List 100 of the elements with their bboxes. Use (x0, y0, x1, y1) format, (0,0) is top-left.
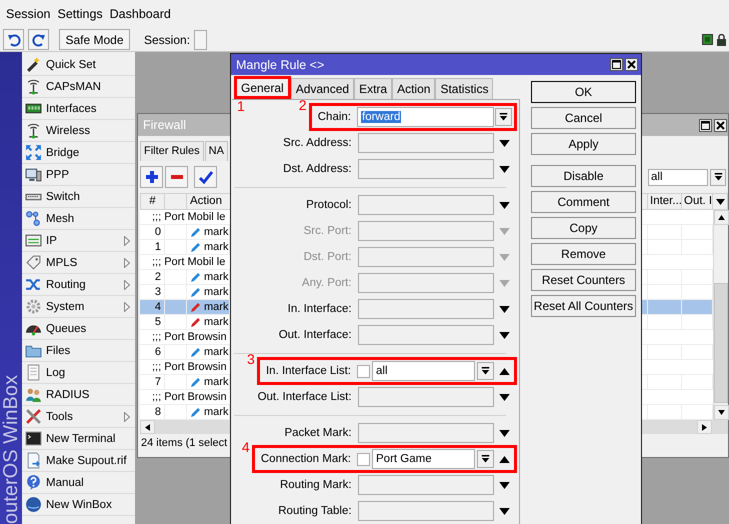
scrollbar-thumb[interactable] (714, 283, 728, 403)
menu-item[interactable]: Session (6, 7, 50, 21)
table-row[interactable]: ;;; Port Mobil le (140, 255, 230, 270)
dropdown-arrow-icon[interactable] (498, 306, 510, 312)
menu-item[interactable]: PPP (46, 168, 70, 180)
table-row[interactable]: 1 mark (140, 240, 230, 255)
table-row[interactable]: ;;; Port Browsin (140, 360, 230, 375)
input-field[interactable] (358, 159, 494, 179)
tab[interactable]: Extra (354, 78, 392, 99)
dialog-button[interactable]: Disable (531, 165, 636, 187)
dropdown-button[interactable] (494, 108, 512, 126)
dropdown-button[interactable] (710, 168, 726, 186)
table-row[interactable]: ;;; Port Browsin (140, 390, 230, 405)
table-row[interactable]: 3 mark (140, 285, 230, 300)
menu-item[interactable]: Switch (46, 190, 80, 202)
menu-item[interactable]: Dashboard (110, 7, 171, 21)
filter-field[interactable]: all (648, 168, 708, 186)
session-field[interactable] (194, 30, 208, 50)
tab[interactable]: Action (392, 78, 436, 99)
dialog-button[interactable]: Reset Counters (531, 269, 636, 291)
dialog-button[interactable]: OK (531, 81, 636, 103)
tab[interactable]: NA (204, 141, 228, 161)
remove-button[interactable] (165, 166, 188, 188)
input-field[interactable] (358, 475, 494, 495)
input-field[interactable] (358, 299, 494, 319)
dialog-button[interactable]: Apply (531, 133, 636, 155)
input-field[interactable] (358, 133, 494, 153)
menu-item[interactable]: Log (46, 366, 66, 378)
menu-item[interactable]: New WinBox (46, 498, 112, 510)
scrollbar[interactable] (140, 420, 232, 434)
up-arrow-icon[interactable] (718, 215, 725, 220)
menu-item[interactable]: IP (46, 234, 57, 246)
tab[interactable]: Statistics (435, 78, 494, 99)
dropdown-arrow-icon[interactable] (716, 198, 724, 204)
plus-icon[interactable] (144, 170, 158, 184)
menu-item[interactable]: Routing (46, 278, 86, 290)
input-field[interactable]: all (372, 361, 475, 381)
table-row[interactable]: 2 mark (140, 270, 230, 285)
redo-icon[interactable] (32, 32, 46, 46)
table-row[interactable]: 7 mark (140, 375, 230, 390)
table-row[interactable]: 6 mark (140, 345, 230, 360)
menu-item[interactable]: Mesh (46, 212, 74, 224)
caret-icon[interactable] (481, 366, 490, 376)
table-row[interactable]: 8 mark (140, 405, 230, 420)
dropdown-arrow-icon[interactable] (498, 430, 510, 436)
dialog-button[interactable]: Reset All Counters (531, 295, 636, 317)
select-field[interactable]: forward (357, 107, 494, 127)
menu-item[interactable]: RADIUS (46, 388, 90, 400)
dropdown-arrow-icon[interactable] (498, 482, 510, 488)
caret-icon[interactable] (481, 454, 490, 464)
undo-button[interactable] (3, 29, 24, 50)
scrollbar[interactable] (642, 420, 728, 434)
dialog-button[interactable]: Comment (531, 191, 636, 213)
caret-icon[interactable] (714, 172, 722, 182)
safe-mode-button[interactable]: Safe Mode (59, 29, 130, 50)
dropdown-arrow-icon[interactable] (498, 202, 510, 208)
menu-item[interactable]: Manual (46, 476, 84, 488)
table-row[interactable]: ;;; Port Mobil le (140, 210, 230, 225)
menu-item[interactable]: Interfaces (46, 102, 96, 114)
dropdown-arrow-icon[interactable] (498, 166, 510, 172)
dialog-button[interactable]: Remove (531, 243, 636, 265)
checkbox[interactable] (357, 452, 370, 466)
table-row[interactable]: 4 mark (140, 300, 230, 315)
add-button[interactable] (140, 166, 163, 188)
dialog-button[interactable]: Cancel (531, 107, 636, 129)
table-row[interactable]: 0 mark (140, 225, 230, 240)
table-row[interactable]: 5 mark (140, 315, 230, 330)
menu-item[interactable]: Queues (46, 322, 86, 334)
undo-icon[interactable] (6, 32, 20, 46)
dropdown-arrow-icon[interactable] (498, 394, 510, 400)
menu-item[interactable]: System (46, 300, 84, 312)
left-arrow-icon[interactable] (145, 424, 150, 430)
input-field[interactable]: Port Game (372, 449, 475, 469)
menu-item[interactable]: Quick Set (46, 58, 96, 70)
input-field[interactable] (358, 423, 494, 443)
table-row[interactable]: ;;; Port Browsin (140, 330, 230, 345)
dropdown-button[interactable] (477, 362, 494, 380)
menu-item[interactable]: Files (46, 344, 70, 356)
menu-item[interactable]: Settings (57, 7, 103, 21)
enable-button[interactable] (194, 166, 217, 188)
dropdown-arrow-icon[interactable] (498, 508, 510, 514)
scrollbar[interactable] (713, 210, 728, 420)
dropdown-arrow-icon[interactable] (498, 140, 510, 146)
right-arrow-icon[interactable] (702, 424, 707, 430)
dropdown-button[interactable] (477, 450, 494, 468)
down-arrow-icon[interactable] (718, 410, 725, 415)
checkbox[interactable] (357, 364, 370, 378)
input-field[interactable] (358, 325, 494, 345)
menu-item[interactable]: Wireless (46, 124, 90, 136)
menu-item[interactable]: Make Supout.rif (46, 454, 127, 466)
menu-item[interactable]: Tools (46, 410, 73, 422)
caret-icon[interactable] (498, 112, 508, 122)
up-arrow-icon[interactable] (498, 368, 510, 374)
dialog-button[interactable]: Copy (531, 217, 636, 239)
menu-item[interactable]: Bridge (46, 146, 80, 158)
input-field[interactable] (358, 387, 494, 407)
dropdown-arrow-icon[interactable] (498, 332, 510, 338)
up-arrow-icon[interactable] (498, 456, 510, 462)
menu-item[interactable]: New Terminal (46, 432, 116, 444)
menu-item[interactable]: CAPsMAN (46, 80, 101, 92)
